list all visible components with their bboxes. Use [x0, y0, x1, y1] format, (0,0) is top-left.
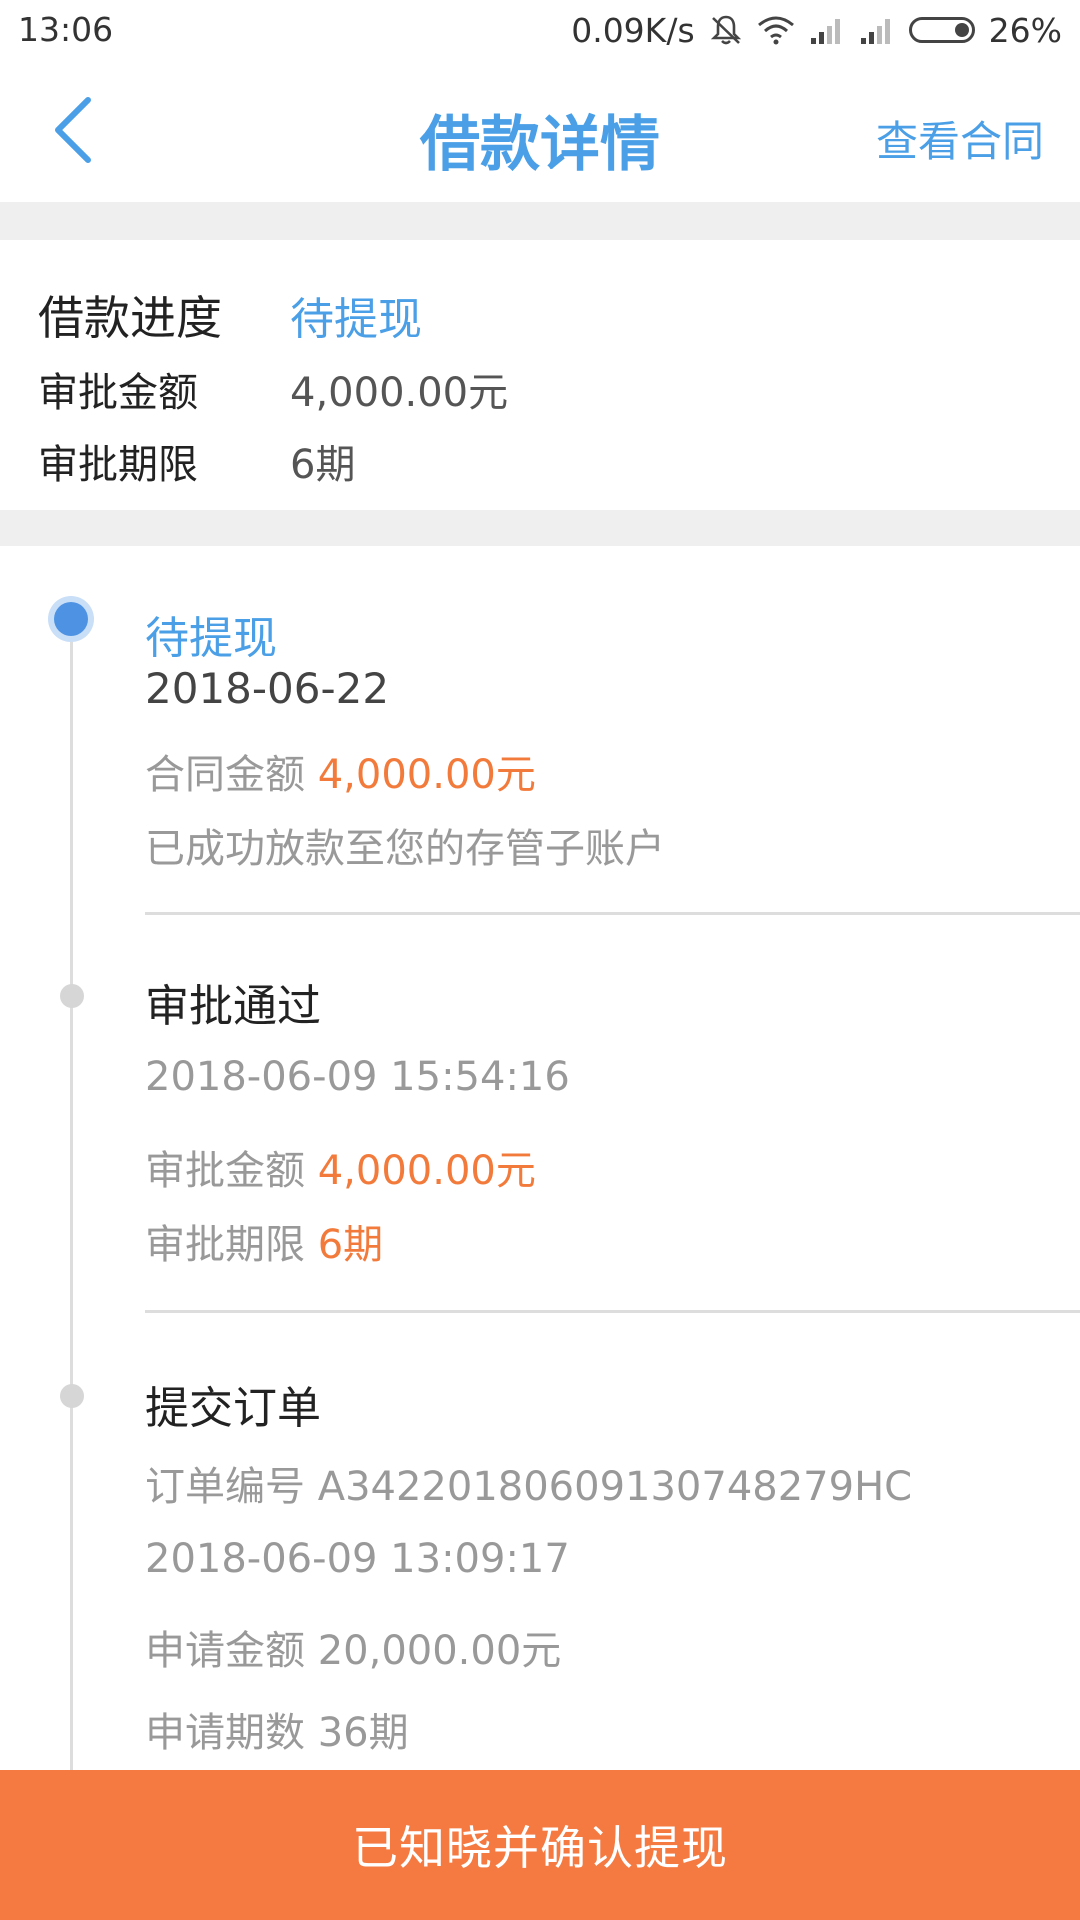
confirm-withdraw-button[interactable]: 已知晓并确认提现 [0, 1770, 1080, 1920]
progress-status: 待提现 [290, 294, 422, 345]
section-divider [0, 510, 1080, 546]
battery-icon [908, 17, 975, 43]
network-speed: 0.09K/s [571, 10, 695, 50]
summary-label: 审批金额 [38, 370, 198, 416]
approved-amount-row: 审批金额 4,000.00元 [145, 1138, 536, 1196]
view-contract-link[interactable]: 查看合同 [876, 108, 1044, 169]
contract-amount-row: 合同金额 4,000.00元 [145, 742, 536, 800]
summary-label: 审批期限 [38, 442, 198, 488]
contract-amount-value: 4,000.00元 [317, 752, 536, 798]
step-title: 审批通过 [145, 981, 321, 1032]
apply-term-value: 36期 [317, 1710, 409, 1756]
summary-row-amount: 审批金额 4,000.00元 [38, 360, 508, 418]
signal-icon [809, 16, 845, 44]
timeline-dot [60, 984, 84, 1008]
timeline-dot [60, 1384, 84, 1408]
mute-bell-icon [709, 13, 743, 47]
step-title: 待提现 [145, 613, 277, 664]
apply-amount-label: 申请金额 [145, 1628, 305, 1674]
step-date: 2018-06-22 [145, 664, 390, 713]
approved-term-row: 审批期限 6期 [145, 1212, 383, 1270]
approved-amount-label: 审批金额 [145, 1148, 305, 1194]
wifi-icon [757, 15, 795, 45]
page-header: 借款详情 查看合同 [0, 60, 1080, 202]
loan-timeline: 待提现 2018-06-22 合同金额 4,000.00元 已成功放款至您的存管… [0, 546, 1080, 1776]
apply-term-label: 申请期数 [145, 1710, 305, 1756]
status-icons: 0.09K/s 26% [571, 10, 1062, 50]
loan-summary: 借款进度 待提现 审批金额 4,000.00元 审批期限 6期 [0, 240, 1080, 510]
apply-amount-value: 20,000.00元 [317, 1628, 562, 1674]
order-number-value: A34220180609130748279HC [317, 1464, 913, 1510]
section-divider [0, 202, 1080, 240]
timeline-line [70, 616, 73, 1776]
apply-amount-row: 申请金额 20,000.00元 [145, 1618, 561, 1676]
step-datetime: 2018-06-09 13:09:17 [145, 1536, 570, 1582]
status-time: 13:06 [18, 10, 114, 49]
timeline-dot-active [48, 596, 94, 642]
battery-percent: 26% [988, 10, 1062, 50]
summary-label: 借款进度 [38, 291, 222, 345]
step-title: 提交订单 [145, 1383, 321, 1434]
step-datetime: 2018-06-09 15:54:16 [145, 1054, 570, 1100]
step-divider [145, 1310, 1080, 1313]
summary-row-term: 审批期限 6期 [38, 432, 355, 490]
order-number-row: 订单编号 A34220180609130748279HC [145, 1454, 912, 1512]
signal-icon [859, 16, 895, 44]
approved-amount-value: 4,000.00元 [317, 1148, 536, 1194]
step-note: 已成功放款至您的存管子账户 [145, 826, 665, 872]
apply-term-row: 申请期数 36期 [145, 1700, 409, 1758]
contract-amount-label: 合同金额 [145, 752, 305, 798]
approved-term-value: 6期 [317, 1222, 384, 1268]
step-divider [145, 912, 1080, 915]
approved-term: 6期 [290, 442, 356, 488]
status-bar: 13:06 0.09K/s 26% [0, 0, 1080, 60]
order-number-label: 订单编号 [145, 1464, 305, 1510]
approved-amount: 4,000.00元 [290, 370, 509, 416]
summary-row-progress: 借款进度 待提现 [38, 282, 422, 348]
approved-term-label: 审批期限 [145, 1222, 305, 1268]
